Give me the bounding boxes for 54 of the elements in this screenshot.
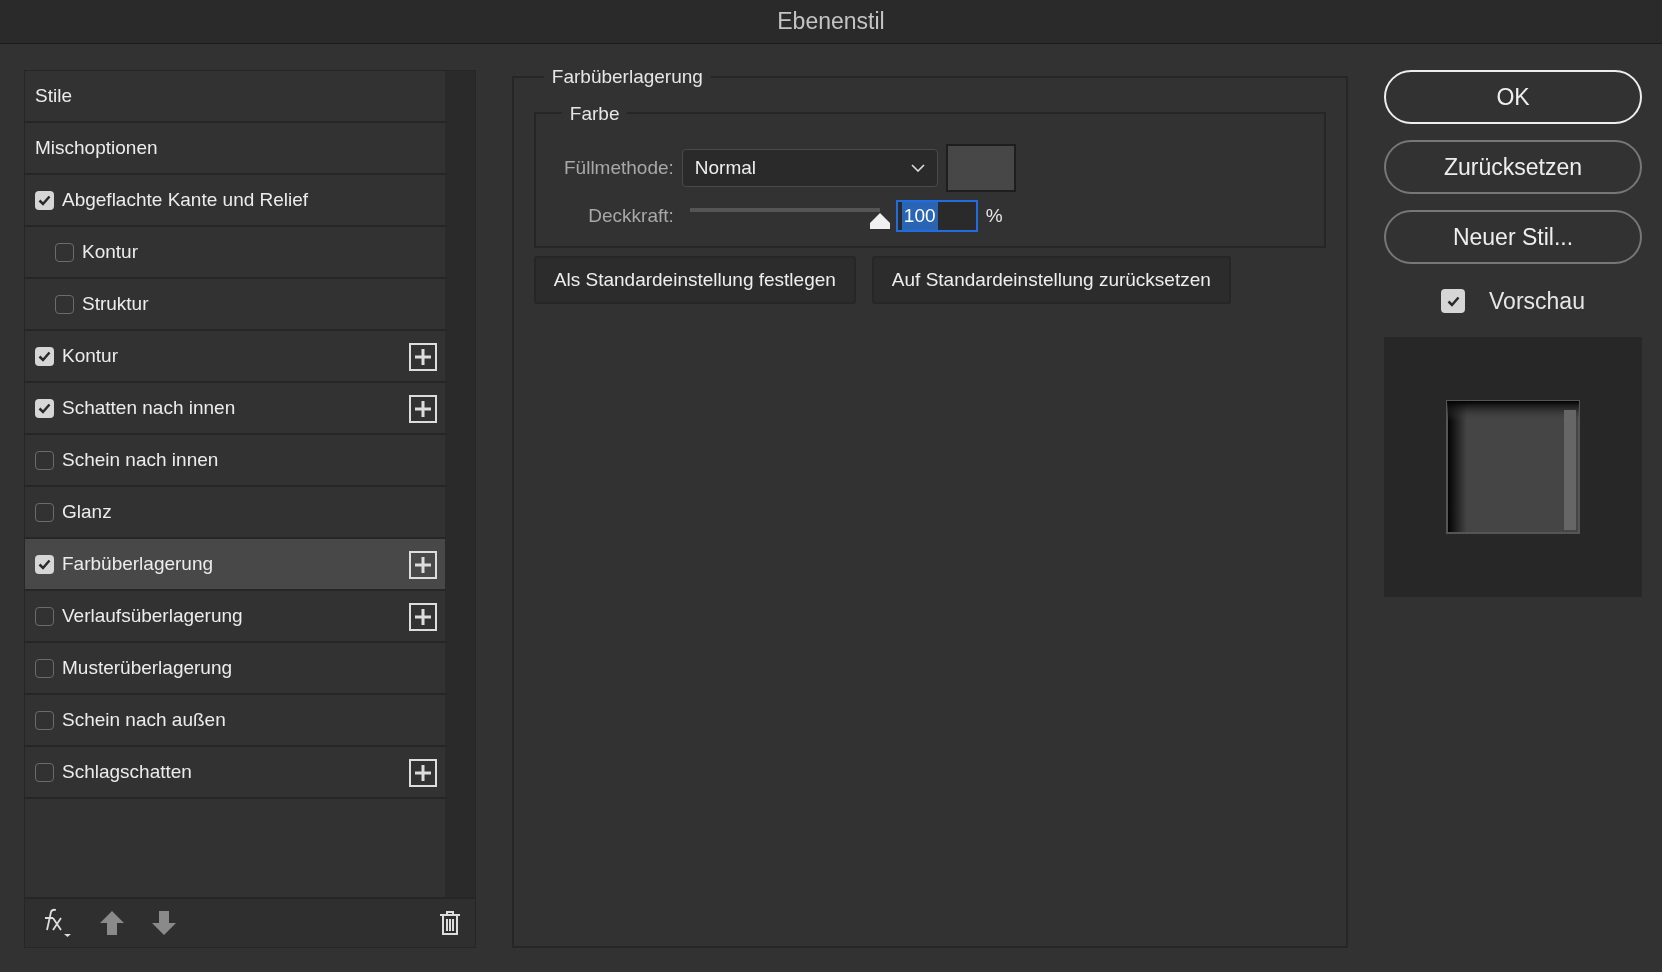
add-icon[interactable] [409, 342, 437, 370]
item-label: Kontur [62, 343, 118, 368]
window-title: Ebenenstil [777, 7, 885, 37]
item-label: Struktur [82, 291, 149, 316]
opacity-label: Deckkraft: [587, 203, 674, 228]
item-label: Glanz [62, 499, 112, 524]
add-icon[interactable] [409, 394, 437, 422]
dialog-button[interactable]: Zurücksetzen [1384, 140, 1642, 194]
move-up-icon[interactable] [99, 911, 125, 935]
checkbox[interactable] [35, 554, 54, 574]
slider-thumb[interactable] [868, 212, 891, 230]
color-swatch[interactable] [945, 144, 1016, 192]
blend-mode-label: Füllmethode: [563, 155, 674, 180]
checkbox[interactable] [35, 346, 54, 366]
style-list-item[interactable]: Farbüberlagerung [25, 539, 445, 591]
item-label: Abgeflachte Kante und Relief [62, 187, 309, 212]
dialog-button[interactable]: OK [1384, 70, 1642, 124]
checkmark-icon [38, 194, 51, 206]
item-label: Farbüberlagerung [62, 551, 214, 576]
item-label: Kontur [82, 239, 138, 264]
chevron-icon [910, 164, 925, 172]
move-down-icon[interactable] [151, 911, 177, 935]
preview-label: Vorschau [1489, 287, 1585, 316]
checkbox[interactable] [35, 658, 54, 678]
item-label: Schlagschatten [62, 759, 192, 784]
checkbox[interactable] [35, 710, 54, 730]
checkbox[interactable] [35, 398, 54, 418]
checkmark-icon [38, 350, 51, 362]
checkbox[interactable] [55, 294, 74, 314]
dialog-button[interactable]: Neuer Stil... [1384, 210, 1642, 264]
item-label: Schein nach außen [62, 707, 226, 732]
item-label: Schatten nach innen [62, 395, 236, 420]
checkmark-icon [38, 558, 51, 570]
settings-button[interactable]: Auf Standardeinstellung zurücksetzen [871, 256, 1231, 304]
checkbox[interactable] [55, 242, 74, 262]
checkbox[interactable] [35, 450, 54, 470]
preview-checkbox[interactable] [1441, 289, 1466, 314]
checkmark-icon [1446, 295, 1460, 307]
item-label: Schein nach innen [62, 447, 219, 472]
checkbox[interactable] [35, 762, 54, 782]
trash-icon[interactable] [438, 910, 461, 936]
add-icon[interactable] [409, 758, 437, 786]
opacity-input[interactable]: 100 [895, 200, 978, 232]
checkbox[interactable] [35, 190, 54, 210]
add-icon[interactable] [409, 550, 437, 578]
add-icon[interactable] [409, 602, 437, 630]
checkmark-icon [38, 402, 51, 414]
item-label: Verlaufsüberlagerung [62, 603, 243, 628]
item-label: Musterüberlagerung [62, 655, 233, 680]
percent-unit: % [985, 203, 1003, 228]
blend-mode-dropdown[interactable]: Normal [681, 149, 938, 187]
checkbox[interactable] [35, 502, 54, 522]
checkbox[interactable] [35, 606, 54, 626]
settings-button[interactable]: Als Standardeinstellung festlegen [533, 256, 856, 304]
